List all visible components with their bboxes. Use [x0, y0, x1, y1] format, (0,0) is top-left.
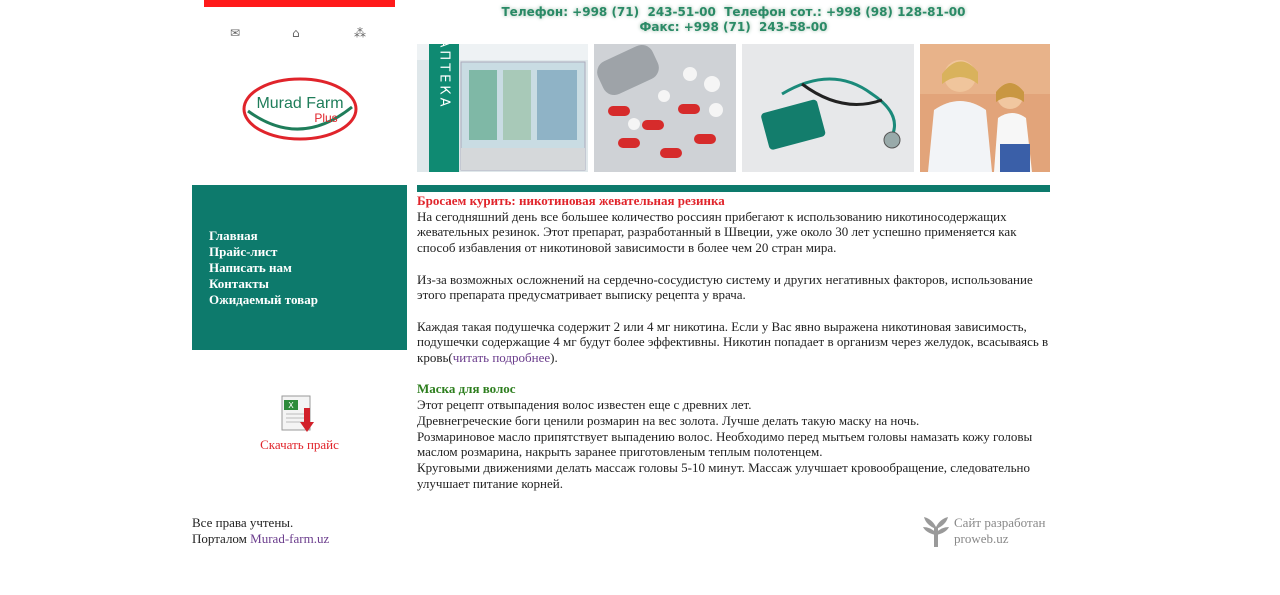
article-1-paragraph-3: Каждая такая подушечка содержит 2 или 4 …: [417, 319, 1050, 366]
menu-item-home[interactable]: Главная: [209, 228, 318, 244]
page-wrapper: ✉ ⌂ ⁂ Murad Farm Plus Главная Прайс-лист…: [192, 0, 1050, 595]
footer-rights: Все права учтены.: [192, 515, 294, 530]
article-1-paragraph-2: Из-за возможных осложнений на сердечно-с…: [417, 271, 1033, 303]
article-1-paragraph-1: На сегодняшний день все большее количест…: [417, 208, 1017, 256]
content-divider: [417, 185, 1050, 192]
menu-item-write-us[interactable]: Написать нам: [209, 260, 318, 276]
footer-portal: Порталом Murad-farm.uz: [192, 531, 329, 547]
svg-text:Plus: Plus: [314, 111, 337, 125]
doctor-child-photo: [920, 44, 1050, 172]
pharmacy-photo: АПТЕКА: [417, 44, 588, 172]
mail-icon[interactable]: ✉: [230, 26, 240, 40]
main-content: Бросаем курить: никотиновая жевательная …: [417, 193, 1050, 491]
pills-photo: [594, 44, 736, 172]
murad-farm-logo[interactable]: Murad Farm Plus: [242, 77, 358, 141]
excel-download-icon[interactable]: X: [274, 394, 320, 436]
article-2-line-3: Розмариновое масло припятствует выпадени…: [417, 428, 1033, 460]
proweb-logo-icon: [923, 517, 949, 547]
main-menu: Главная Прайс-лист Написать нам Контакты…: [192, 185, 407, 350]
developer-credit-line-1: Сайт разработан: [954, 515, 1046, 530]
footer-portal-prefix: Порталом: [192, 531, 251, 546]
header-photo-strip: АПТЕКА: [417, 44, 1050, 172]
quick-icons: ✉ ⌂ ⁂: [230, 26, 372, 40]
article-1-title[interactable]: Бросаем курить: никотиновая жевательная …: [417, 193, 1050, 209]
portal-link[interactable]: Murad-farm.uz: [250, 531, 329, 546]
article-2-line-1: Этот рецепт отвыпадения волос известен е…: [417, 397, 752, 413]
article-2-line-4: Круговыми движениями делать массаж голов…: [417, 459, 1030, 491]
footer-copyright: Все права учтены. Порталом Murad-farm.uz: [192, 515, 329, 547]
menu-item-price-list[interactable]: Прайс-лист: [209, 244, 318, 260]
developer-credit-text[interactable]: Сайт разработан proweb.uz: [954, 515, 1046, 547]
contact-phones: Телефон: +998 (71) 243-51-00 Телефон сот…: [417, 5, 1050, 35]
sitemap-icon[interactable]: ⁂: [354, 26, 366, 40]
menu-item-contacts[interactable]: Контакты: [209, 276, 318, 292]
svg-text:Murad Farm: Murad Farm: [256, 95, 343, 112]
article-1-paragraph-3-end: ).: [550, 350, 558, 365]
menu-item-expected-goods[interactable]: Ожидаемый товар: [209, 292, 318, 308]
home-icon[interactable]: ⌂: [292, 26, 300, 40]
download-price-link[interactable]: Скачать прайс: [192, 437, 407, 453]
svg-text:АПТЕКА: АПТЕКА: [437, 44, 452, 109]
developer-credit[interactable]: Сайт разработан proweb.uz: [922, 515, 1050, 549]
phones-line-2: Факс: +998 (71) 243-58-00: [639, 20, 828, 34]
developer-credit-line-2: proweb.uz: [954, 531, 1009, 546]
tonometer-photo: [742, 44, 914, 172]
top-red-bar: [204, 0, 395, 7]
phones-line-1: Телефон: +998 (71) 243-51-00 Телефон сот…: [501, 5, 966, 19]
article-2-line-2: Древнегреческие боги ценили розмарин на …: [417, 412, 920, 428]
svg-text:X: X: [288, 401, 294, 410]
read-more-link[interactable]: читать подробнее: [453, 350, 550, 365]
article-2-title[interactable]: Маска для волос: [417, 381, 1050, 397]
